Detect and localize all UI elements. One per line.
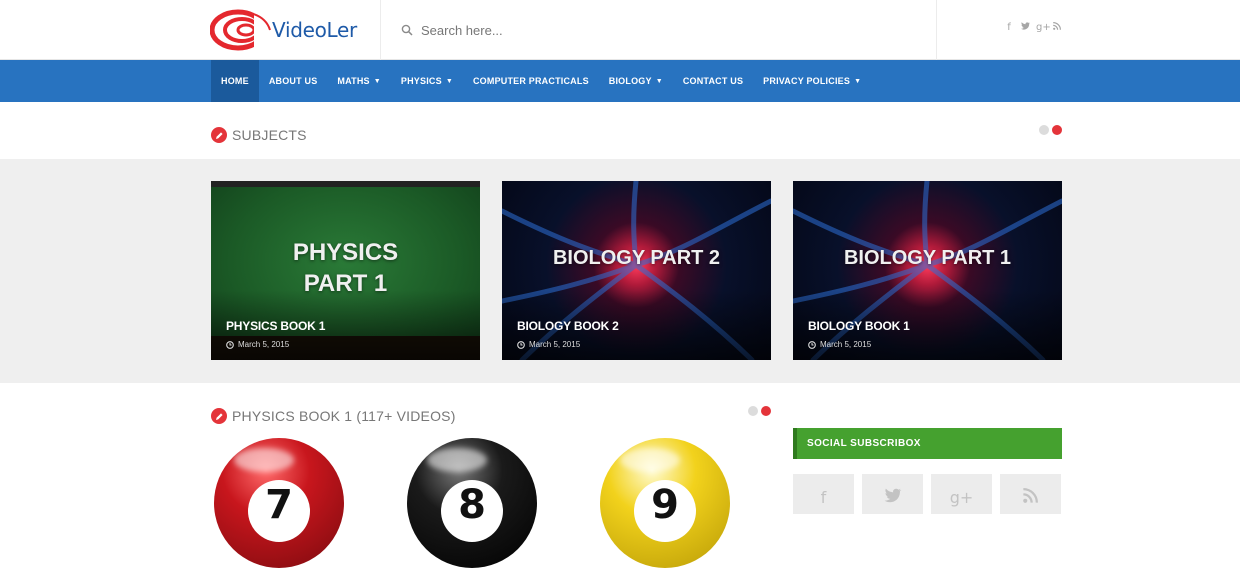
widget-title-social-subscribox: SOCIAL SUBSCRIBOX (793, 428, 1062, 459)
section-title-physics-book: PHYSICS BOOK 1 (117+ VIDEOS) (211, 408, 456, 424)
card-title[interactable]: BIOLOGY BOOK 1 (808, 319, 910, 333)
twitter-icon[interactable] (862, 474, 923, 514)
nav-item-computer-practicals[interactable]: COMPUTER PRACTICALS (463, 60, 599, 102)
nav-item-label: CONTACT US (682, 76, 744, 86)
clock-icon (226, 340, 234, 349)
search-icon (401, 24, 413, 36)
clock-icon (808, 340, 816, 349)
caret-down-icon: ▼ (854, 77, 862, 85)
pager-dot[interactable] (1039, 125, 1049, 135)
rss-icon[interactable] (1000, 474, 1061, 514)
facebook-icon[interactable]: f (1004, 22, 1014, 33)
card-date: March 5, 2015 (226, 340, 289, 349)
site-header: VideoLer f g+ (0, 0, 1240, 60)
caret-down-icon: ▼ (373, 77, 381, 85)
subject-card[interactable]: BIOLOGY PART 2 BIOLOGY BOOK 2 March 5, 2… (502, 181, 771, 360)
nav-item-contact-us[interactable]: CONTACT US (673, 60, 753, 102)
section-title-text: PHYSICS BOOK 1 (117+ VIDEOS) (232, 408, 456, 424)
social-subscribe-tiles: f g+ (793, 474, 1061, 514)
nav-item-label: PHYSICS (400, 76, 442, 86)
nav-item-label: BIOLOGY (608, 76, 652, 86)
video-thumbnail-ball-9[interactable]: 9 (600, 438, 730, 568)
search-input[interactable] (421, 22, 901, 38)
google-plus-icon[interactable]: g+ (1036, 22, 1051, 33)
card-date: March 5, 2015 (808, 340, 871, 349)
pencil-icon (211, 408, 227, 424)
nav-item-biology[interactable]: BIOLOGY ▼ (599, 60, 673, 102)
nav-item-label: HOME (221, 76, 249, 86)
rss-icon[interactable] (1052, 22, 1062, 33)
carousel-pager (748, 406, 771, 416)
subject-card[interactable]: PHYSICS PART 1 PHYSICS BOOK 1 March 5, 2… (211, 181, 480, 360)
search-bar (380, 0, 937, 60)
facebook-icon[interactable]: f (793, 474, 854, 514)
card-date: March 5, 2015 (517, 340, 580, 349)
thumbnail-caption: BIOLOGY PART 2 (552, 247, 721, 269)
main-navigation: HOME ABOUT US MATHS ▼ PHYSICS ▼ COMPUTER PRACT… (0, 60, 1240, 102)
pencil-icon (211, 127, 227, 143)
nav-item-label: ABOUT US (268, 76, 318, 86)
nav-item-label: COMPUTER PRACTICALS (472, 76, 589, 86)
card-title[interactable]: BIOLOGY BOOK 2 (517, 319, 619, 333)
site-logo[interactable]: VideoLer (210, 8, 370, 52)
brand-name: VideoLer (272, 18, 357, 42)
card-title[interactable]: PHYSICS BOOK 1 (226, 319, 325, 333)
nav-item-label: PRIVACY POLICIES (763, 76, 851, 86)
nav-item-about-us[interactable]: ABOUT US (259, 60, 328, 102)
logo-swoosh-icon (210, 9, 276, 51)
thumbnail-caption: BIOLOGY PART 1 (843, 247, 1012, 269)
google-plus-icon[interactable]: g+ (931, 474, 992, 514)
subject-card[interactable]: BIOLOGY PART 1 BIOLOGY BOOK 1 March 5, 2… (793, 181, 1062, 360)
nav-item-label: MATHS (337, 76, 370, 86)
pager-dot-active[interactable] (1052, 125, 1062, 135)
video-thumbnail-ball-8[interactable]: 8 (407, 438, 537, 568)
header-social-links: f g+ (1004, 22, 1062, 33)
carousel-pager (1039, 125, 1062, 135)
section-title-subjects: SUBJECTS (211, 127, 307, 143)
video-thumbnail-ball-7[interactable]: 7 (214, 438, 344, 568)
section-title-text: SUBJECTS (232, 127, 307, 143)
nav-item-physics[interactable]: PHYSICS ▼ (391, 60, 463, 102)
twitter-icon[interactable] (1020, 22, 1030, 33)
pager-dot-active[interactable] (761, 406, 771, 416)
clock-icon (517, 340, 525, 349)
caret-down-icon: ▼ (445, 77, 453, 85)
nav-item-maths[interactable]: MATHS ▼ (327, 60, 390, 102)
caret-down-icon: ▼ (655, 77, 663, 85)
nav-item-privacy-policies[interactable]: PRIVACY POLICIES ▼ (753, 60, 871, 102)
pager-dot[interactable] (748, 406, 758, 416)
nav-item-home[interactable]: HOME (211, 60, 259, 102)
